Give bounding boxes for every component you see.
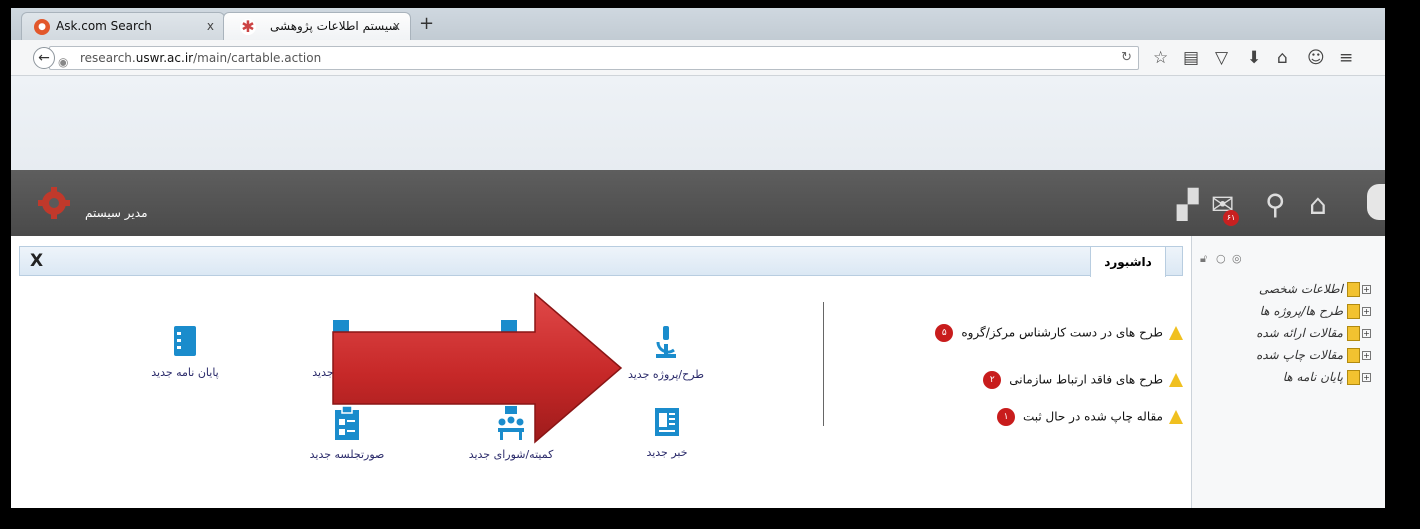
panel-titlebar: X داشبورد xyxy=(19,246,1183,277)
tab-strip: ● Ask.com Search x ✱ سیستم اطلاعات پژوهش… xyxy=(11,8,1385,40)
new-thesis-shortcut[interactable]: پایان نامه جدید xyxy=(135,324,235,379)
expand-icon[interactable]: + xyxy=(1362,373,1371,382)
alert-count-badge: ۵ xyxy=(935,324,954,342)
tab-ask-search[interactable]: ● Ask.com Search x xyxy=(21,12,225,40)
shortcut-label: طرح/پروژه جدید xyxy=(627,368,705,381)
folder-icon xyxy=(1347,348,1360,363)
mail-count-badge: ۶۱ xyxy=(1223,210,1239,226)
panel-close-button[interactable]: X xyxy=(30,251,43,271)
microscope-icon xyxy=(656,326,676,358)
sidebar-item-theses[interactable]: + پایان نامه ها xyxy=(1283,370,1371,390)
sidebar-item-label: طرح ها/پروژه ها xyxy=(1259,304,1343,318)
shortcut-label: کمیته/شورای جدید xyxy=(468,448,554,461)
folder-icon xyxy=(1347,326,1360,341)
refresh-icon[interactable]: ◎ xyxy=(1232,252,1242,265)
alert-count-badge: ۱ xyxy=(996,408,1015,426)
divider xyxy=(823,302,824,426)
search-icon[interactable]: ⚲ xyxy=(1265,190,1286,220)
new-news-shortcut[interactable]: خبر جدید xyxy=(617,406,717,459)
expand-icon[interactable]: + xyxy=(1362,351,1371,360)
sidebar-item-label: اطلاعات شخصی xyxy=(1258,282,1343,296)
new-tab-button[interactable]: + xyxy=(419,13,434,34)
sidebar-item-presented-articles[interactable]: + مقالات ارائه شده xyxy=(1256,326,1371,346)
avatar[interactable] xyxy=(1367,184,1385,220)
warning-icon xyxy=(1169,326,1183,340)
alert-count-badge: ۲ xyxy=(983,371,1002,389)
home-icon[interactable]: ⌂ xyxy=(1277,47,1288,69)
sidebar-item-label: مقالات ارائه شده xyxy=(1256,326,1343,340)
back-button[interactable]: ← xyxy=(33,47,55,69)
sidebar-item-personal-info[interactable]: + اطلاعات شخصی xyxy=(1259,282,1371,302)
shortcut-label: خبر جدید xyxy=(646,446,688,459)
tab-close-icon[interactable]: x xyxy=(393,13,400,39)
unlock-icon[interactable]: 🔓︎ xyxy=(1200,252,1207,266)
warning-icon xyxy=(1169,373,1183,387)
expand-icon[interactable]: + xyxy=(1362,285,1371,294)
newspaper-icon xyxy=(655,408,679,436)
tab-close-icon[interactable]: x xyxy=(207,13,214,39)
alert-text: طرح های در دست کارشناس مرکز/گروه xyxy=(961,325,1163,340)
tab-label: Ask.com Search xyxy=(56,19,152,33)
bookmark-star-icon[interactable]: ☆ xyxy=(1153,47,1168,69)
alert-text: طرح های فاقد ارتباط سازمانی xyxy=(1009,372,1163,387)
sidebar-item-projects[interactable]: + طرح ها/پروژه ها xyxy=(1260,304,1371,324)
navigation-bar: ◉ research.uswr.ac.ir/main/cartable.acti… xyxy=(11,40,1385,76)
tab-research-system[interactable]: ✱ سیستم اطلاعات پژوهشی x xyxy=(223,12,411,40)
folder-icon xyxy=(1347,304,1360,319)
folder-icon xyxy=(1347,370,1360,385)
alert-item[interactable]: مقاله چاپ شده در حال ثبت ۱ xyxy=(996,408,1183,426)
download-icon[interactable]: ⬇ xyxy=(1247,47,1261,69)
ask-favicon-icon: ● xyxy=(34,19,50,35)
windows-icon[interactable]: ▞ xyxy=(1177,190,1199,220)
circle-icon[interactable]: ○ xyxy=(1216,252,1226,265)
user-label: مدیر سیستم xyxy=(85,206,148,220)
url-bar[interactable]: ◉ research.uswr.ac.ir/main/cartable.acti… xyxy=(49,46,1139,70)
main-content: X داشبورد 🔓︎ ○ ◎ + اطلاعات شخصی + طرح ها/پ… xyxy=(11,236,1385,508)
annotation-arrow xyxy=(332,292,623,444)
app-logo-icon xyxy=(38,187,70,219)
expand-icon[interactable]: + xyxy=(1362,307,1371,316)
alert-item[interactable]: طرح های فاقد ارتباط سازمانی ۲ xyxy=(983,371,1183,389)
sidebar: 🔓︎ ○ ◎ + اطلاعات شخصی + طرح ها/پروژه ها + م… xyxy=(1191,236,1385,508)
gear-favicon-icon: ✱ xyxy=(240,17,256,36)
warning-icon xyxy=(1169,410,1183,424)
pocket-icon[interactable]: ▽ xyxy=(1215,47,1228,69)
sidebar-item-label: مقالات چاپ شده xyxy=(1256,348,1343,362)
shortcut-label: پایان نامه جدید xyxy=(151,366,219,379)
browser-window: ● Ask.com Search x ✱ سیستم اطلاعات پژوهش… xyxy=(11,8,1385,508)
shortcut-label: صورتجلسه جدید xyxy=(309,448,385,461)
smiley-icon[interactable]: ☺ xyxy=(1307,47,1325,69)
alert-text: مقاله چاپ شده در حال ثبت xyxy=(1022,409,1163,424)
url-path: /main/cartable.action xyxy=(193,51,322,65)
notebook-icon xyxy=(174,326,196,356)
back-arrow-icon: ← xyxy=(38,50,50,66)
app-header: مدیر سیستم ▞ ✉ ۶۱ ⚲ ⌂ xyxy=(11,170,1385,236)
new-project-shortcut[interactable]: طرح/پروژه جدید xyxy=(616,324,716,381)
bookmarks-list-icon[interactable]: ▤ xyxy=(1183,47,1199,69)
reload-icon[interactable]: ↻ xyxy=(1121,47,1132,69)
tab-label: سیستم اطلاعات پژوهشی xyxy=(270,19,399,33)
toolbar-band xyxy=(11,76,1385,170)
tab-dashboard[interactable]: داشبورد xyxy=(1090,247,1166,277)
menu-icon[interactable]: ≡ xyxy=(1339,47,1353,69)
home-icon[interactable]: ⌂ xyxy=(1309,190,1327,220)
folder-icon xyxy=(1347,282,1360,297)
url-domain: uswr.ac.ir xyxy=(135,51,194,65)
sidebar-item-published-articles[interactable]: + مقالات چاپ شده xyxy=(1256,348,1371,368)
url-prefix: research. xyxy=(80,51,136,65)
expand-icon[interactable]: + xyxy=(1362,329,1371,338)
alert-item[interactable]: طرح های در دست کارشناس مرکز/گروه ۵ xyxy=(935,324,1183,342)
globe-icon: ◉ xyxy=(58,55,69,69)
sidebar-item-label: پایان نامه ها xyxy=(1282,370,1343,384)
